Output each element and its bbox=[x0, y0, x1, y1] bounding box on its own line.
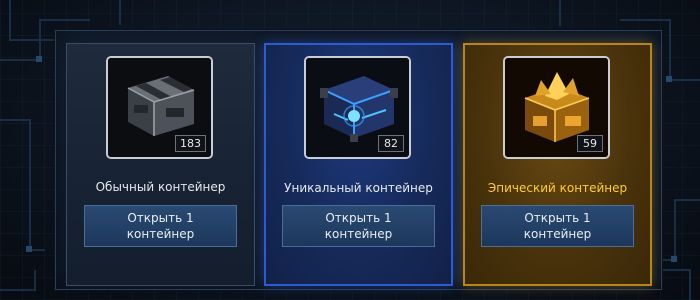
container-thumbnail[interactable]: 82 bbox=[304, 56, 411, 159]
open-button-label-line2: контейнер bbox=[324, 227, 393, 241]
open-container-button[interactable]: Открыть 1 контейнер bbox=[84, 205, 237, 247]
container-thumbnail[interactable]: 183 bbox=[106, 56, 213, 159]
open-button-label-line2: контейнер bbox=[126, 227, 195, 241]
open-button-label-line1: Открыть 1 bbox=[524, 211, 591, 225]
container-count: 82 bbox=[378, 135, 404, 152]
open-container-button[interactable]: Открыть 1 контейнер bbox=[282, 205, 435, 247]
container-count: 183 bbox=[175, 135, 206, 152]
container-name: Обычный контейнер bbox=[95, 180, 226, 194]
container-card-common: 183 Обычный контейнер Открыть 1 контейне… bbox=[66, 43, 255, 286]
open-button-label-line1: Открыть 1 bbox=[325, 211, 392, 225]
open-button-label-line1: Открыть 1 bbox=[127, 211, 194, 225]
container-card-unique: 82 Уникальный контейнер Открыть 1 контей… bbox=[264, 43, 453, 286]
container-name: Эпический контейнер bbox=[487, 181, 628, 195]
container-card-epic: 59 Эпический контейнер Открыть 1 контейн… bbox=[463, 43, 652, 286]
open-button-label-line2: контейнер bbox=[523, 227, 592, 241]
open-container-button[interactable]: Открыть 1 контейнер bbox=[481, 205, 634, 247]
scene-background: 183 Обычный контейнер Открыть 1 контейне… bbox=[0, 0, 700, 300]
container-thumbnail[interactable]: 59 bbox=[503, 56, 610, 159]
container-count: 59 bbox=[577, 135, 603, 152]
container-name: Уникальный контейнер bbox=[284, 181, 433, 195]
